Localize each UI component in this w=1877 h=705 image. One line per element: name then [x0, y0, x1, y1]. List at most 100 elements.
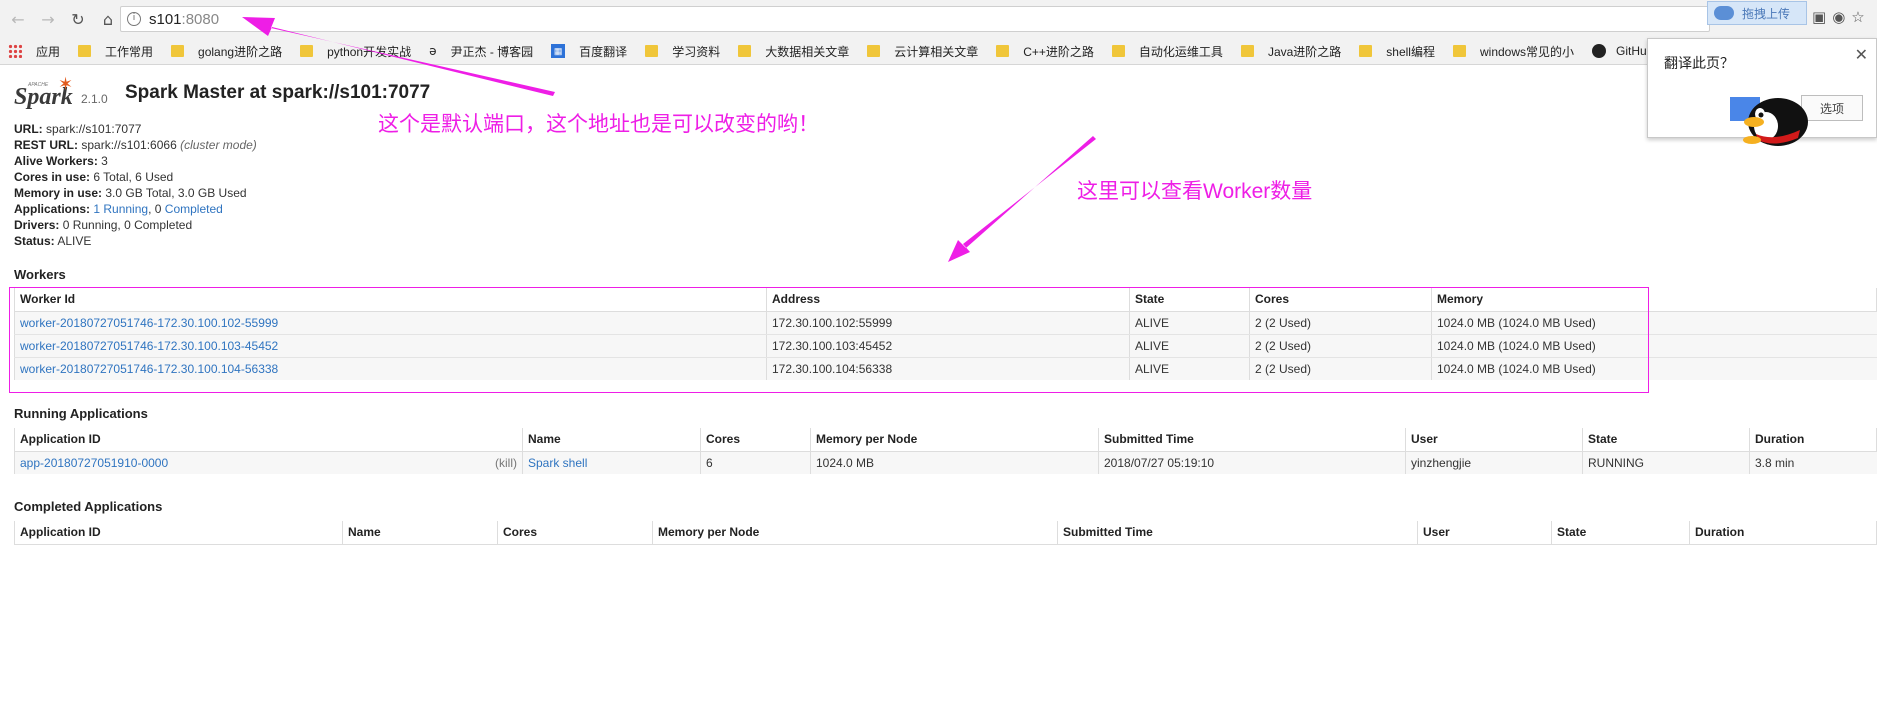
worker-arrow — [948, 136, 1096, 262]
bookmark-item[interactable]: 自动化运维工具 — [1111, 43, 1223, 60]
table-row: worker-20180727051746-172.30.100.102-559… — [14, 311, 1877, 335]
bookmark-item[interactable]: shell编程 — [1359, 43, 1435, 60]
bookmark-item[interactable]: python开发实战 — [300, 43, 411, 60]
bookmark-item[interactable]: 云计算相关文章 — [867, 43, 978, 60]
info-rest-url: REST URL: spark://s101:6066 (cluster mod… — [14, 138, 257, 152]
folder-icon — [1452, 45, 1466, 57]
info-drivers: Drivers: 0 Running, 0 Completed — [14, 218, 193, 232]
bookmark-item[interactable]: C++进阶之路 — [996, 43, 1094, 60]
upload-button[interactable]: 拖拽上传 — [1707, 1, 1807, 25]
col-worker-id[interactable]: Worker Id — [14, 288, 767, 312]
spark-star-icon: ✶ — [58, 74, 74, 95]
folder-icon — [171, 45, 185, 57]
browser-toolbar: ← → ↻ ⌂ i s101:8080 拖拽上传 ▣ ◉ ☆ — [0, 0, 1877, 38]
col-name[interactable]: Name — [342, 521, 498, 545]
bookmark-item[interactable]: ǝ 尹正杰 - 博客园 — [429, 43, 533, 60]
folder-icon — [867, 45, 881, 57]
worker-link[interactable]: worker-20180727051746-172.30.100.103-454… — [20, 339, 278, 353]
info-alive-workers: Alive Workers: 3 — [14, 154, 108, 168]
page-title: Spark Master at spark://s101:7077 — [125, 82, 431, 103]
bookmark-item[interactable]: ▦ 百度翻译 — [551, 43, 627, 60]
translate-title: 翻译此页？ — [1664, 55, 1734, 71]
close-icon[interactable]: ✕ — [1855, 45, 1868, 64]
bookmark-item[interactable]: Java进阶之路 — [1240, 43, 1341, 60]
table-row: worker-20180727051746-172.30.100.104-563… — [14, 357, 1877, 380]
bookmark-item[interactable]: 工作常用 — [78, 43, 153, 60]
app-name-link[interactable]: Spark shell — [528, 456, 587, 470]
qq-penguin-icon — [1743, 98, 1808, 146]
col-memory-per-node[interactable]: Memory per Node — [810, 428, 1099, 452]
bookmark-item[interactable]: windows常见的小 — [1452, 43, 1574, 60]
bookmark-star-icon[interactable]: ☆ — [1851, 8, 1864, 26]
cloud-icon — [1714, 6, 1734, 20]
spark-version: 2.1.0 — [81, 92, 108, 106]
home-icon[interactable]: ⌂ — [96, 7, 120, 31]
translate-extension-icon[interactable]: ▣ — [1812, 8, 1826, 26]
master-info-list: URL: spark://s101:7077 REST URL: spark:/… — [14, 121, 257, 249]
port-annotation: 这个是默认端口，这个地址也是可以改变的哟！ — [378, 113, 819, 136]
extension-icons: ▣ ◉ ☆ — [1812, 8, 1865, 26]
completed-apps-header-row: Application ID Name Cores Memory per Nod… — [14, 521, 1877, 545]
info-memory: Memory in use: 3.0 GB Total, 3.0 GB Used — [14, 186, 247, 200]
col-app-id[interactable]: Application ID — [14, 521, 343, 545]
col-cores[interactable]: Cores — [497, 521, 653, 545]
col-cores[interactable]: Cores — [700, 428, 811, 452]
kill-link[interactable]: (kill) — [495, 456, 517, 470]
col-duration[interactable]: Duration — [1689, 521, 1877, 545]
completed-apps-link[interactable]: Completed — [165, 202, 223, 216]
worker-link[interactable]: worker-20180727051746-172.30.100.104-563… — [20, 362, 278, 376]
bookmark-apps[interactable]: 应用 — [0, 43, 60, 60]
col-name[interactable]: Name — [522, 428, 701, 452]
folder-icon — [645, 45, 659, 57]
col-app-id[interactable]: Application ID — [14, 428, 523, 452]
col-memory[interactable]: Memory — [1431, 288, 1877, 312]
app-id-link[interactable]: app-20180727051910-0000 — [20, 456, 168, 470]
workers-header-row: Worker Id Address State Cores Memory — [14, 288, 1877, 312]
col-cores[interactable]: Cores — [1249, 288, 1432, 312]
folder-icon — [996, 45, 1010, 57]
col-memory-per-node[interactable]: Memory per Node — [652, 521, 1058, 545]
folder-icon — [738, 45, 752, 57]
col-state[interactable]: State — [1551, 521, 1690, 545]
workers-table: Worker Id Address State Cores Memory wor… — [14, 288, 1877, 380]
folder-icon — [78, 45, 92, 57]
extension-icon[interactable]: ◉ — [1832, 8, 1845, 26]
col-duration[interactable]: Duration — [1749, 428, 1877, 452]
table-row: worker-20180727051746-172.30.100.103-454… — [14, 334, 1877, 358]
folder-icon — [1240, 45, 1254, 57]
col-state[interactable]: State — [1582, 428, 1750, 452]
info-applications: Applications: 1 Running, 0 Completed — [14, 202, 223, 216]
table-row: app-20180727051910-0000 (kill) Spark shel… — [14, 451, 1877, 474]
col-user[interactable]: User — [1417, 521, 1552, 545]
col-submitted-time[interactable]: Submitted Time — [1057, 521, 1418, 545]
worker-link[interactable]: worker-20180727051746-172.30.100.102-559… — [20, 316, 278, 330]
bookmark-item[interactable]: golang进阶之路 — [171, 43, 282, 60]
address-bar[interactable]: i s101:8080 — [120, 6, 1710, 32]
col-address[interactable]: Address — [766, 288, 1130, 312]
site-info-icon[interactable]: i — [127, 12, 141, 26]
spark-logo[interactable]: APACHE Spark ✶ — [14, 74, 80, 110]
col-state[interactable]: State — [1129, 288, 1250, 312]
completed-apps-section-title[interactable]: Completed Applications — [14, 499, 162, 514]
folder-icon — [1111, 45, 1125, 57]
blog-logo-icon: ǝ — [429, 44, 437, 58]
bookmark-item[interactable]: 学习资料 — [645, 43, 720, 60]
col-user[interactable]: User — [1405, 428, 1583, 452]
back-arrow-icon[interactable]: ← — [6, 7, 30, 31]
forward-arrow-icon[interactable]: → — [36, 7, 60, 31]
upload-label: 拖拽上传 — [1742, 6, 1791, 21]
reload-icon[interactable]: ↻ — [66, 7, 90, 31]
bookmark-item[interactable]: GitHub — [1592, 44, 1653, 58]
folder-icon — [1359, 45, 1373, 57]
col-submitted-time[interactable]: Submitted Time — [1098, 428, 1406, 452]
workers-section-title[interactable]: Workers — [14, 267, 66, 282]
running-apps-link[interactable]: 1 Running — [93, 202, 148, 216]
info-status: Status: ALIVE — [14, 234, 92, 248]
info-cores: Cores in use: 6 Total, 6 Used — [14, 170, 174, 184]
bookmark-item[interactable]: 大数据相关文章 — [738, 43, 849, 60]
translate-logo-icon: ▦ — [551, 44, 566, 58]
completed-apps-table: Application ID Name Cores Memory per Nod… — [14, 521, 1877, 545]
running-apps-section-title[interactable]: Running Applications — [14, 406, 148, 421]
folder-icon — [300, 45, 314, 57]
worker-annotation: 这里可以查看Worker数量 — [1077, 180, 1313, 203]
